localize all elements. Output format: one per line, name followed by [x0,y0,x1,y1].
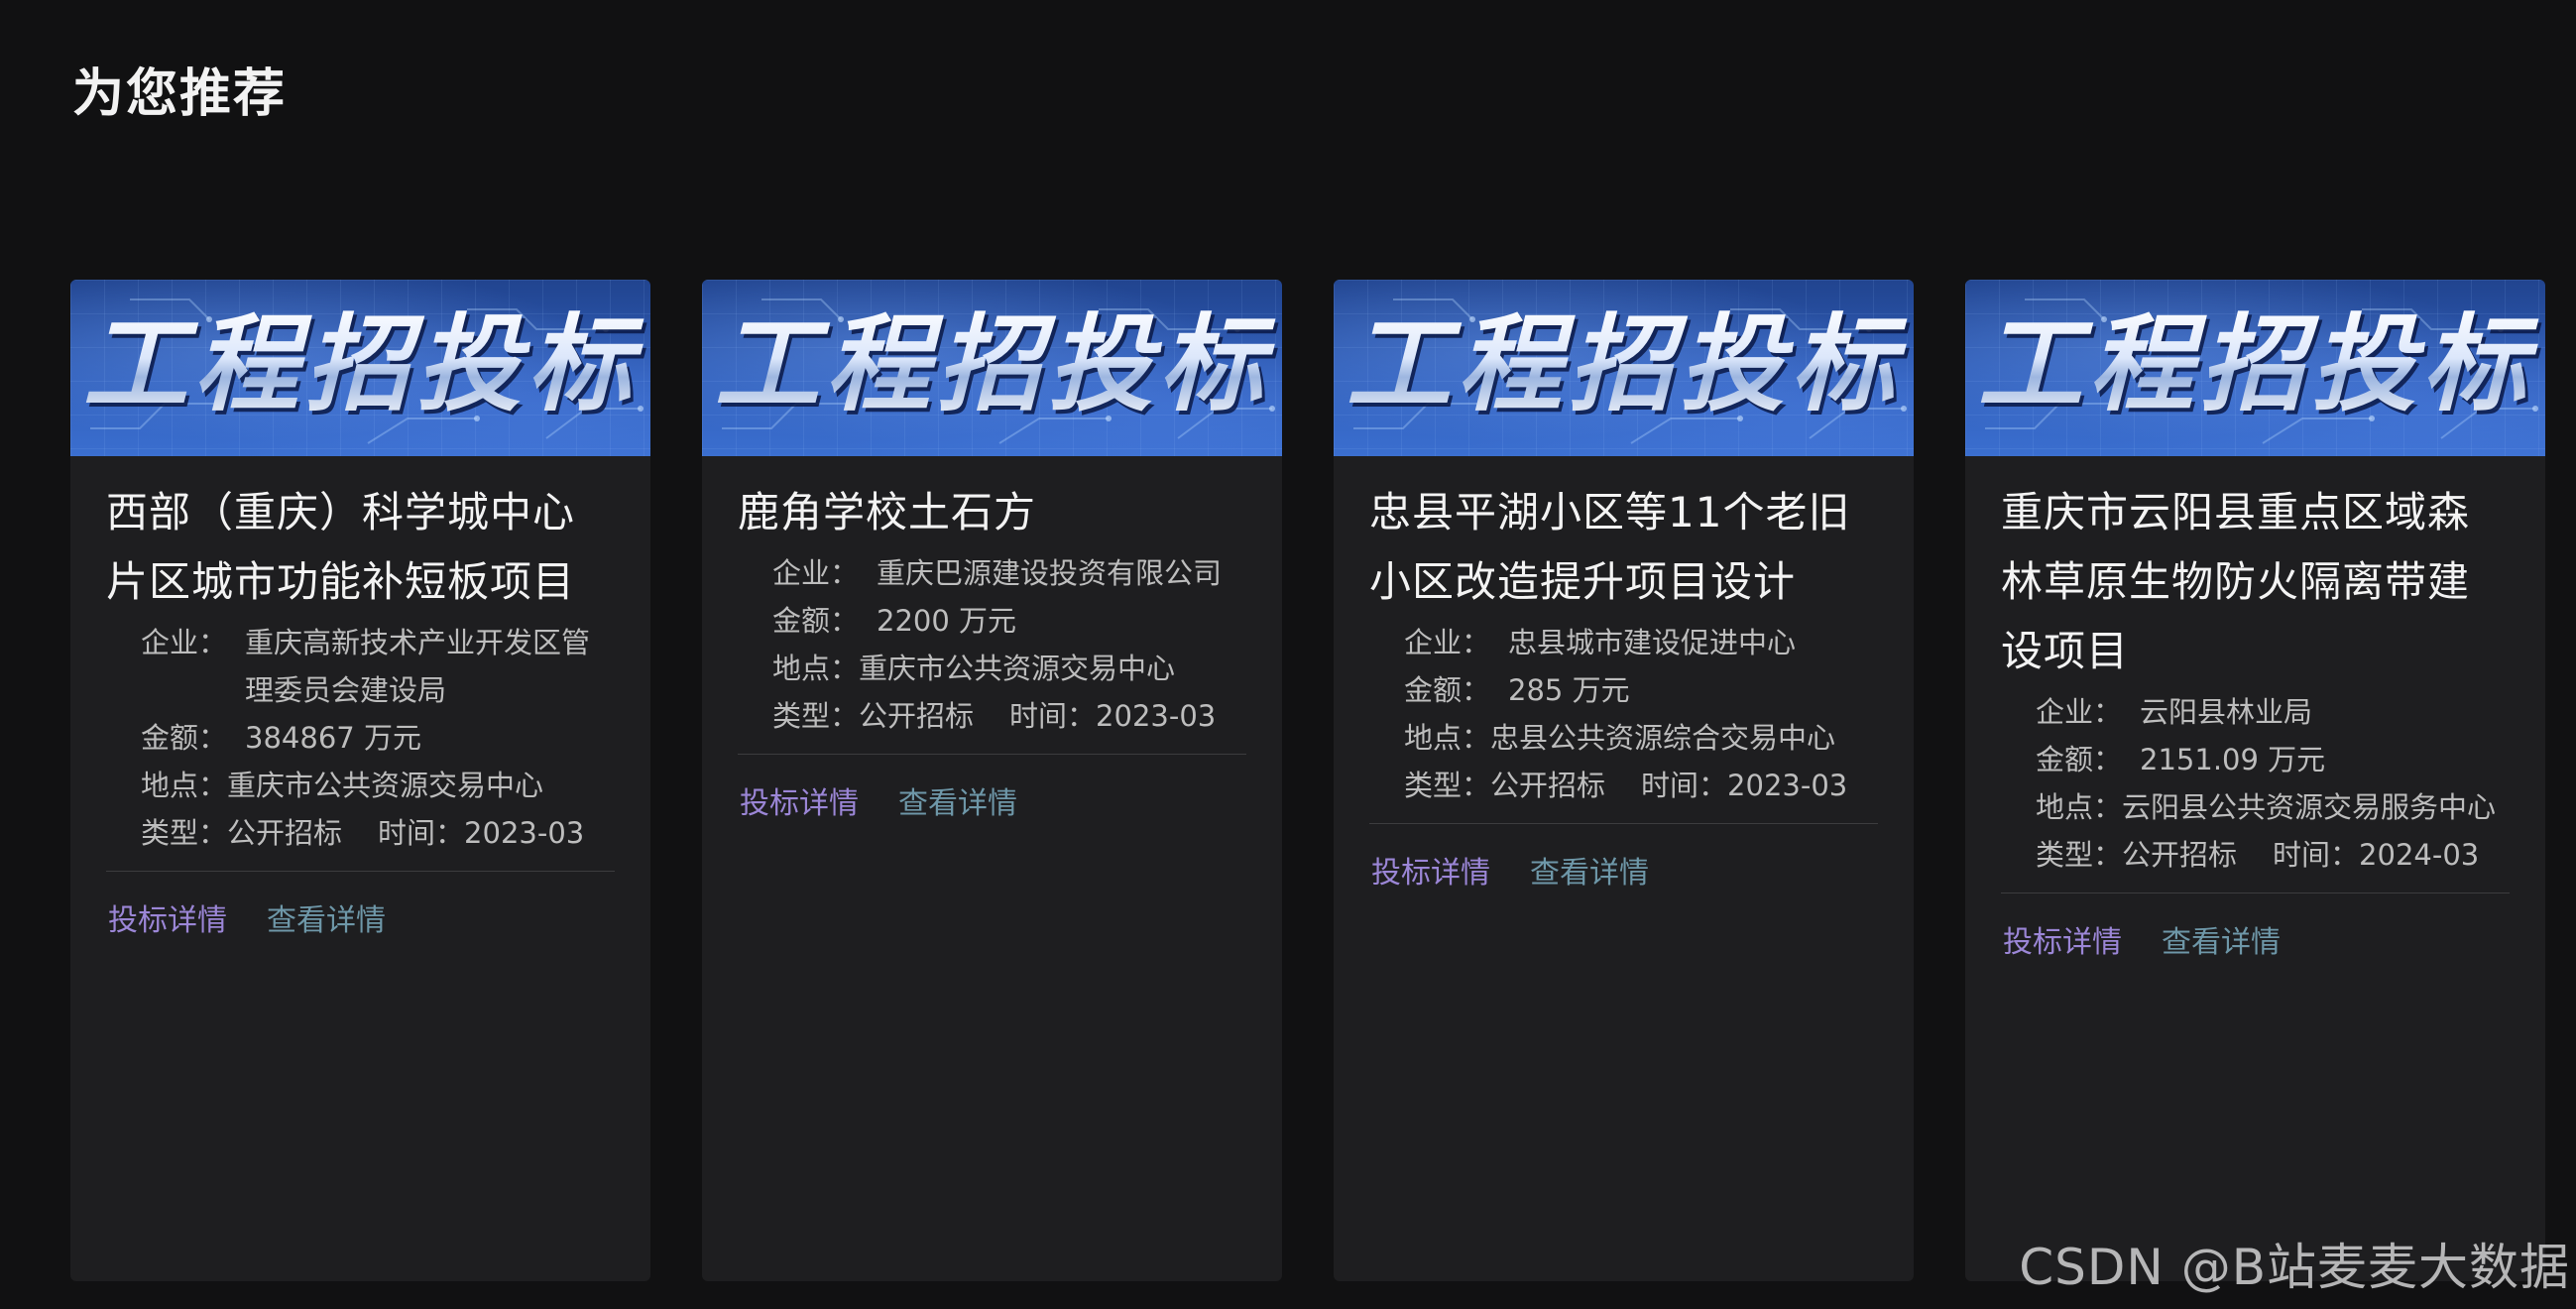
project-card-2: 工程招投标 鹿角学校土石方 企业： 重庆巴源建设投资有限公司 金额： 2200 … [702,280,1282,1281]
time-value: 2023-03 [464,816,585,850]
company-label: 企业： [2036,695,2123,729]
location-value: 重庆市公共资源交易中心 [859,652,1176,685]
section-title: 为您推荐 [72,64,288,124]
bid-details-link[interactable]: 投标详情 [2003,923,2122,963]
view-details-link[interactable]: 查看详情 [898,784,1017,824]
project-banner-image: 工程招投标 [1965,280,2545,456]
type-label: 类型： [1404,769,1491,802]
company-label: 企业： [141,626,228,659]
view-details-link[interactable]: 查看详情 [267,901,386,941]
type-value: 公开招标 [2122,838,2238,872]
type-time-row: 类型： 公开招标 时间： 2023-03 [772,692,1246,740]
amount-value: 2151.09 万元 [2140,743,2326,776]
type-label: 类型： [141,816,228,850]
time-label: 时间： [1009,699,1097,733]
company-row: 企业： 云阳县林业局 [2036,688,2510,736]
banner-text: 工程招投标 [1334,301,1914,427]
project-banner-image: 工程招投标 [702,280,1282,456]
location-label: 地点： [1404,721,1491,755]
project-title[interactable]: 鹿角学校土石方 [738,478,1246,547]
project-card-4: 工程招投标 重庆市云阳县重点区域森林草原生物防火隔离带建设项目 企业： 云阳县林… [1965,280,2545,1281]
project-banner-image: 工程招投标 [70,280,650,456]
type-time-row: 类型： 公开招标 时间： 2024-03 [2036,831,2510,879]
time-label: 时间： [378,816,465,850]
amount-value: 384867 万元 [245,721,421,755]
time-label: 时间： [1641,769,1728,802]
amount-label: 金额： [772,604,860,638]
company-row: 企业： 重庆巴源建设投资有限公司 [772,549,1246,597]
project-banner-image: 工程招投标 [1334,280,1914,456]
bid-details-link[interactable]: 投标详情 [740,784,859,824]
view-details-link[interactable]: 查看详情 [2162,923,2281,963]
card-actions: 投标详情 查看详情 [738,784,1246,824]
project-title[interactable]: 忠县平湖小区等11个老旧小区改造提升项目设计 [1369,478,1878,617]
company-label: 企业： [1404,626,1491,659]
watermark: CSDN @B站麦麦大数据 [2019,1239,2570,1296]
type-label: 类型： [2036,838,2123,872]
company-value: 重庆巴源建设投资有限公司 [877,556,1223,590]
banner-text: 工程招投标 [1965,301,2545,427]
type-value: 公开招标 [859,699,975,733]
location-label: 地点： [141,769,228,802]
divider [106,871,615,872]
company-value: 重庆高新技术产业开发区管理委员会建设局 [245,626,591,707]
amount-row: 金额： 384867 万元 [141,714,615,762]
amount-label: 金额： [2036,743,2123,776]
type-label: 类型： [772,699,860,733]
type-time-row: 类型： 公开招标 时间： 2023-03 [141,809,615,857]
time-value: 2024-03 [2359,838,2480,872]
company-value: 忠县城市建设促进中心 [1508,626,1797,659]
project-meta: 企业： 重庆巴源建设投资有限公司 金额： 2200 万元 地点： 重庆市公共资源… [738,549,1246,740]
location-row: 地点： 忠县公共资源综合交易中心 [1404,714,1878,762]
time-value: 2023-03 [1096,699,1217,733]
location-label: 地点： [772,652,860,685]
amount-label: 金额： [141,721,228,755]
amount-row: 金额： 285 万元 [1404,666,1878,714]
bid-details-link[interactable]: 投标详情 [1371,854,1490,893]
divider [2001,892,2510,893]
amount-row: 金额： 2151.09 万元 [2036,736,2510,783]
card-list: 工程招投标 西部（重庆）科学城中心片区城市功能补短板项目 企业： 重庆高新技术产… [70,280,2545,1281]
company-label: 企业： [772,556,860,590]
location-row: 地点： 重庆市公共资源交易中心 [141,762,615,809]
amount-label: 金额： [1404,673,1491,707]
location-value: 重庆市公共资源交易中心 [227,769,544,802]
company-value: 云阳县林业局 [2140,695,2313,729]
project-card-3: 工程招投标 忠县平湖小区等11个老旧小区改造提升项目设计 企业： 忠县城市建设促… [1334,280,1914,1281]
location-value: 云阳县公共资源交易服务中心 [2122,790,2497,824]
company-row: 企业： 重庆高新技术产业开发区管理委员会建设局 [141,619,615,714]
location-value: 忠县公共资源综合交易中心 [1490,721,1836,755]
recommendation-page: 为您推荐 工程招投标 西部（重庆）科学城中心片区城市功能补短板项目 企业： 重庆… [0,0,2576,1309]
location-label: 地点： [2036,790,2123,824]
type-time-row: 类型： 公开招标 时间： 2023-03 [1404,762,1878,809]
location-row: 地点： 重庆市公共资源交易中心 [772,645,1246,692]
card-actions: 投标详情 查看详情 [106,901,615,941]
project-title[interactable]: 重庆市云阳县重点区域森林草原生物防火隔离带建设项目 [2001,478,2510,686]
divider [1369,823,1878,824]
company-row: 企业： 忠县城市建设促进中心 [1404,619,1878,666]
time-value: 2023-03 [1727,769,1848,802]
project-card-1: 工程招投标 西部（重庆）科学城中心片区城市功能补短板项目 企业： 重庆高新技术产… [70,280,650,1281]
type-value: 公开招标 [227,816,343,850]
project-title[interactable]: 西部（重庆）科学城中心片区城市功能补短板项目 [106,478,615,617]
location-row: 地点： 云阳县公共资源交易服务中心 [2036,783,2510,831]
project-meta: 企业： 云阳县林业局 金额： 2151.09 万元 地点： 云阳县公共资源交易服… [2001,688,2510,879]
view-details-link[interactable]: 查看详情 [1530,854,1649,893]
banner-text: 工程招投标 [70,301,650,427]
banner-text: 工程招投标 [702,301,1282,427]
project-meta: 企业： 忠县城市建设促进中心 金额： 285 万元 地点： 忠县公共资源综合交易… [1369,619,1878,809]
bid-details-link[interactable]: 投标详情 [108,901,227,941]
amount-row: 金额： 2200 万元 [772,597,1246,645]
card-actions: 投标详情 查看详情 [2001,923,2510,963]
amount-value: 285 万元 [1508,673,1630,707]
type-value: 公开招标 [1490,769,1606,802]
time-label: 时间： [2273,838,2360,872]
project-meta: 企业： 重庆高新技术产业开发区管理委员会建设局 金额： 384867 万元 地点… [106,619,615,857]
amount-value: 2200 万元 [877,604,1017,638]
divider [738,754,1246,755]
card-actions: 投标详情 查看详情 [1369,854,1878,893]
